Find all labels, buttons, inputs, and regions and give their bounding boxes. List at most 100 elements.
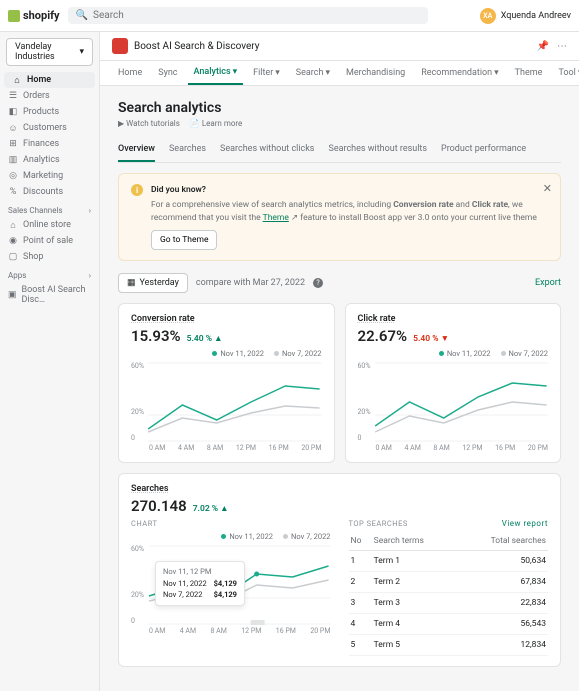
- sidebar-item-finances[interactable]: ⊞Finances: [0, 136, 99, 152]
- nav-icon: ▢: [8, 252, 18, 262]
- table-row[interactable]: 3Term 322,834: [349, 593, 549, 614]
- app-title: Boost AI Search & Discovery: [134, 41, 259, 52]
- info-icon: i: [131, 184, 143, 196]
- date-toolbar: ▦Yesterday compare with Mar 27, 2022 ? E…: [118, 273, 561, 293]
- nav-section-apps: Apps›: [0, 265, 99, 282]
- user-menu[interactable]: XA Xquenda Andreev: [480, 8, 571, 24]
- searches-chart: 020%60% Nov 11, 12 PM: [131, 545, 331, 625]
- help-icon[interactable]: ?: [313, 278, 323, 288]
- tab-filter[interactable]: Filter ▾: [247, 61, 286, 85]
- top-searches-table: NoSearch termsTotal searches 1Term 150,6…: [349, 532, 549, 656]
- subtab-overview[interactable]: Overview: [118, 138, 155, 162]
- nav-icon: ☰: [8, 91, 18, 101]
- avatar: XA: [480, 8, 496, 24]
- tab-recommendation[interactable]: Recommendation ▾: [415, 61, 504, 85]
- tab-search[interactable]: Search ▾: [290, 61, 336, 85]
- metric-delta: 5.40 % ▲: [187, 333, 223, 344]
- chevron-right-icon: ›: [89, 206, 91, 215]
- chart-legend: Nov 11, 2022Nov 7, 2022: [131, 532, 331, 541]
- user-name: Xquenda Andreev: [501, 11, 571, 21]
- nav-icon: ◉: [8, 236, 18, 246]
- nav-section-channels: Sales channels›: [0, 200, 99, 217]
- go-to-theme-button[interactable]: Go to Theme: [151, 230, 217, 250]
- store-selector[interactable]: Vandelay Industries▾: [6, 38, 93, 66]
- metric-value: 270.148: [131, 497, 187, 515]
- sidebar-item-boost-ai-search-disc-[interactable]: ▣Boost AI Search Disc…: [0, 282, 99, 308]
- sidebar: Vandelay Industries▾ ⌂Home☰Orders◧Produc…: [0, 32, 100, 691]
- sidebar-item-home[interactable]: ⌂Home: [4, 72, 95, 88]
- watch-tutorials-link[interactable]: ▶ Watch tutorials: [118, 119, 180, 128]
- chart-tooltip: Nov 11, 12 PM Nov 11, 2022$4,129 Nov 7, …: [155, 561, 245, 606]
- sidebar-item-point-of-sale[interactable]: ◉Point of sale: [0, 233, 99, 249]
- notice-title: Did you know?: [151, 184, 548, 197]
- brand-logo[interactable]: shopify: [8, 9, 60, 22]
- table-row[interactable]: 2Term 267,834: [349, 572, 549, 593]
- learn-more-link[interactable]: 📄 Learn more: [190, 119, 242, 128]
- sidebar-item-marketing[interactable]: ◎Marketing: [0, 168, 99, 184]
- chart-legend: Nov 11, 2022Nov 7, 2022: [358, 349, 549, 358]
- pin-icon[interactable]: 📌: [537, 41, 549, 52]
- subtab-searches[interactable]: Searches: [169, 138, 206, 162]
- nav-icon: ▣: [8, 290, 17, 300]
- sidebar-item-shop[interactable]: ▢Shop: [0, 249, 99, 265]
- chevron-down-icon: ▾: [325, 68, 330, 78]
- tab-tool[interactable]: Tool ▾: [552, 61, 579, 85]
- table-row[interactable]: 4Term 456,543: [349, 614, 549, 635]
- sidebar-item-analytics[interactable]: ▥Analytics: [0, 152, 99, 168]
- card-title: Searches: [131, 484, 548, 494]
- chart-section-label: CHART: [131, 519, 331, 528]
- analytics-subtabs: Overview Searches Searches without clicks S…: [118, 138, 561, 163]
- chevron-down-icon: ▾: [79, 47, 84, 57]
- export-button[interactable]: Export: [535, 278, 561, 288]
- global-search[interactable]: 🔍: [68, 7, 428, 24]
- searches-card: Searches 270.148 7.02 % ▲ CHART Nov 11, 2…: [118, 473, 561, 667]
- nav-icon: ⌂: [8, 220, 18, 230]
- page-title: Search analytics: [118, 100, 561, 116]
- sidebar-item-orders[interactable]: ☰Orders: [0, 88, 99, 104]
- chevron-right-icon: ›: [89, 271, 91, 280]
- sidebar-item-online-store[interactable]: ⌂Online store: [0, 217, 99, 233]
- compare-label: compare with Mar 27, 2022: [196, 278, 305, 288]
- app-header: Boost AI Search & Discovery 📌 ⋯: [100, 32, 579, 61]
- sidebar-item-products[interactable]: ◧Products: [0, 104, 99, 120]
- sub-links: ▶ Watch tutorials 📄 Learn more: [118, 119, 561, 128]
- card-title: Click rate: [358, 314, 549, 324]
- close-icon[interactable]: ✕: [543, 182, 552, 195]
- search-icon: 🔍: [76, 10, 88, 21]
- conversion-chart: 020%60%: [131, 362, 322, 442]
- nav-icon: ☺: [8, 123, 18, 133]
- metric-delta: 7.02 % ▲: [193, 503, 229, 514]
- tab-analytics[interactable]: Analytics ▾: [188, 61, 244, 85]
- chevron-down-icon: ▾: [275, 68, 280, 78]
- table-row[interactable]: 5Term 512,834: [349, 635, 549, 656]
- tab-theme[interactable]: Theme: [509, 61, 549, 85]
- shopify-icon: [8, 10, 20, 22]
- calendar-icon: ▦: [127, 278, 136, 288]
- app-icon: [112, 38, 128, 54]
- subtab-searches-without-results[interactable]: Searches without results: [328, 138, 427, 162]
- metric-value: 15.93%: [131, 327, 181, 345]
- search-input[interactable]: [93, 10, 420, 21]
- metric-value: 22.67%: [358, 327, 408, 345]
- conversion-rate-card: Conversion rate 15.93% 5.40 % ▲ Nov 11, 2…: [118, 303, 335, 463]
- chevron-down-icon: ▾: [233, 67, 238, 77]
- sidebar-item-discounts[interactable]: %Discounts: [0, 184, 99, 200]
- tab-merchandising[interactable]: Merchandising: [340, 61, 411, 85]
- tab-home[interactable]: Home: [112, 61, 148, 85]
- subtab-searches-without-clicks[interactable]: Searches without clicks: [220, 138, 314, 162]
- date-range-button[interactable]: ▦Yesterday: [118, 273, 188, 293]
- info-notice: i Did you know? For a comprehensive view…: [118, 173, 561, 261]
- sidebar-item-customers[interactable]: ☺Customers: [0, 120, 99, 136]
- table-row[interactable]: 1Term 150,634: [349, 551, 549, 572]
- app-tabs: HomeSyncAnalytics ▾Filter ▾Search ▾Merch…: [100, 61, 579, 86]
- chart-legend: Nov 11, 2022Nov 7, 2022: [131, 349, 322, 358]
- more-icon[interactable]: ⋯: [557, 41, 567, 52]
- subtab-product-performance[interactable]: Product performance: [441, 138, 526, 162]
- nav-icon: ◎: [8, 171, 18, 181]
- card-title: Conversion rate: [131, 314, 322, 324]
- metric-delta: 5.40 % ▼: [413, 333, 449, 344]
- view-report-link[interactable]: View report: [502, 519, 548, 528]
- nav-icon: ⊞: [8, 139, 18, 149]
- tab-sync[interactable]: Sync: [152, 61, 183, 85]
- theme-link[interactable]: Theme: [263, 213, 289, 223]
